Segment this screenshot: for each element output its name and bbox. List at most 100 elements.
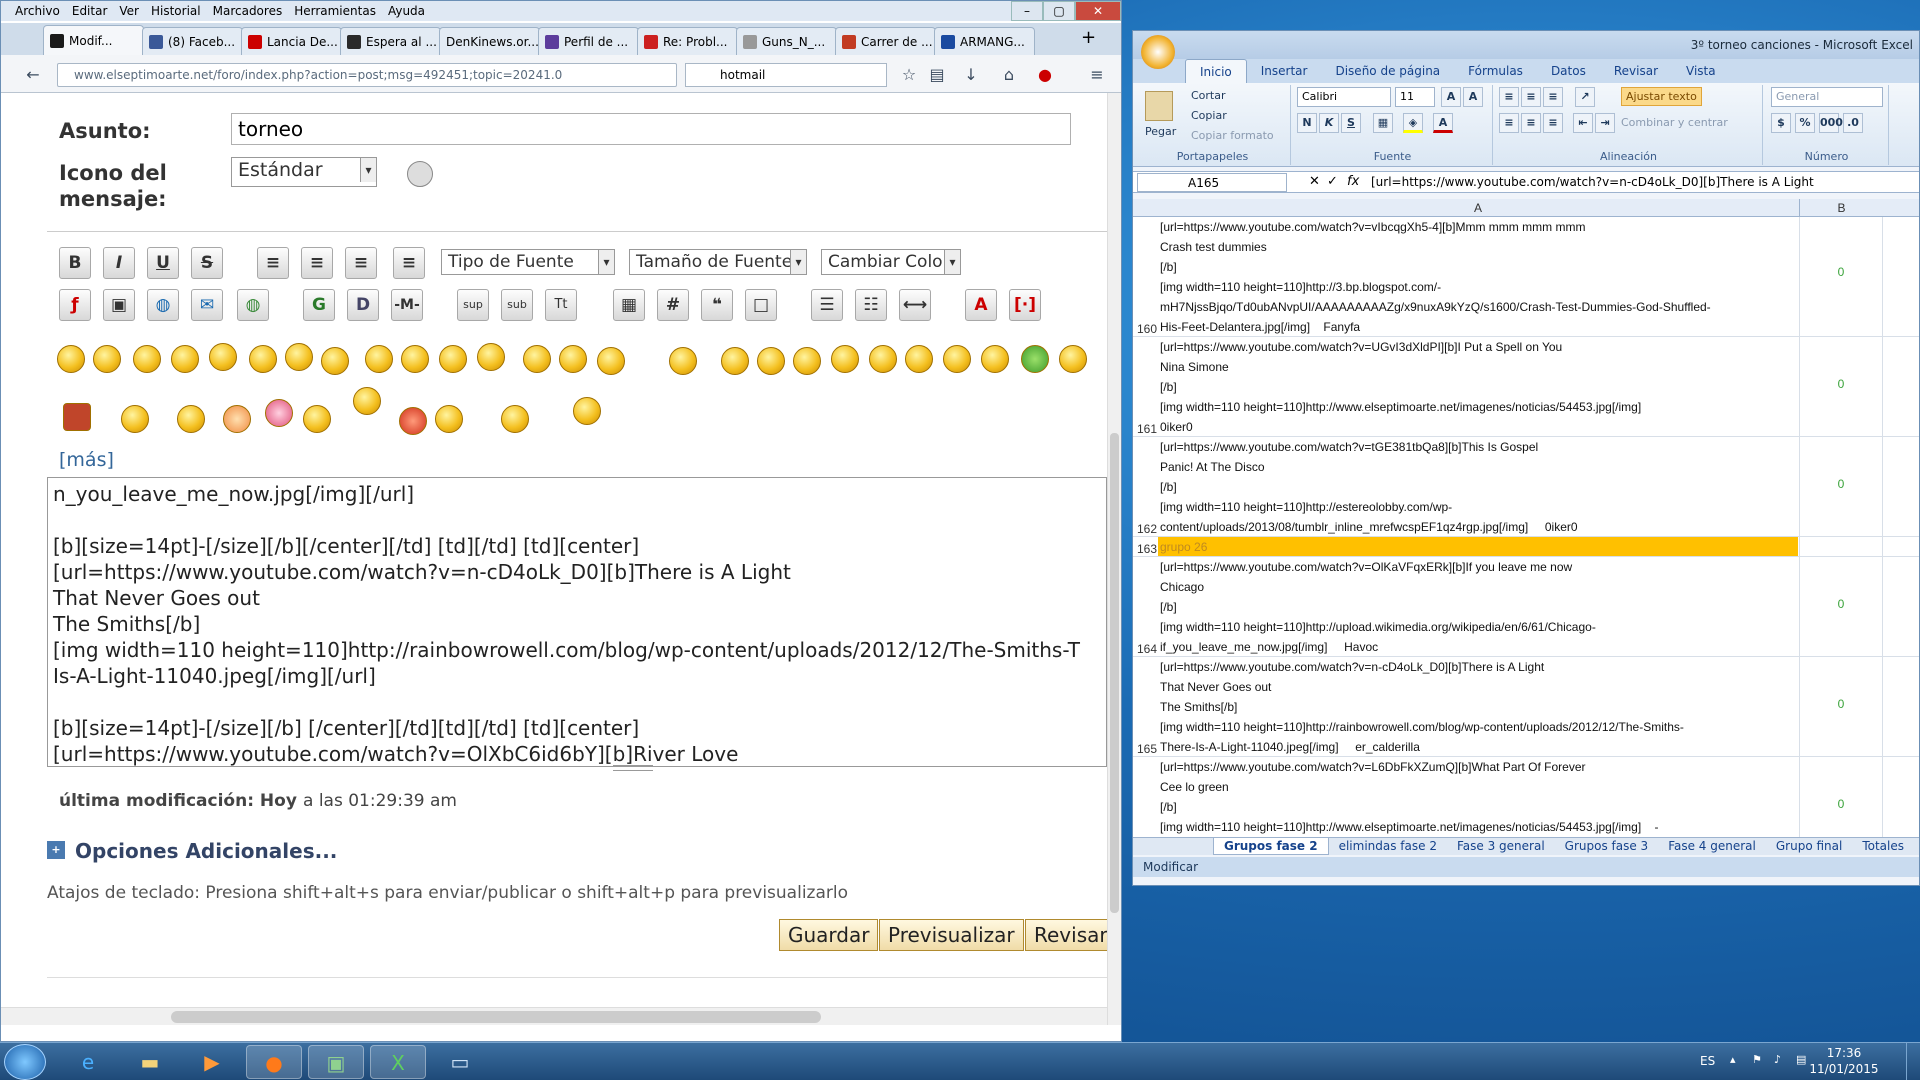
sheet-tab[interactable]: Fase 4 general [1658, 838, 1766, 855]
smiley-icon[interactable] [265, 399, 293, 427]
smiley-icon[interactable] [303, 405, 331, 433]
sheet-tab[interactable]: Grupos fase 2 [1213, 838, 1329, 855]
flash-icon[interactable]: ƒ [59, 289, 91, 321]
align-justify-icon[interactable]: ≡ [301, 247, 333, 279]
app-icon[interactable]: ▭ [432, 1045, 488, 1079]
toggle-view-icon[interactable]: [·] [1009, 289, 1041, 321]
thousands-icon[interactable]: 000 [1819, 113, 1843, 133]
smiley-icon[interactable] [249, 345, 277, 373]
file-explorer-icon[interactable]: ▬ [122, 1045, 178, 1079]
additional-options-link[interactable]: Opciones Adicionales... [75, 839, 337, 863]
table-row[interactable]: 160 [url=https://www.youtube.com/watch?v=… [1133, 217, 1919, 337]
start-button-icon[interactable] [4, 1044, 46, 1080]
increase-indent-icon[interactable]: ⇥ [1595, 113, 1615, 133]
smiley-icon[interactable] [1021, 345, 1049, 373]
column-header-a[interactable]: A [1158, 199, 1798, 217]
bullet-list-icon[interactable]: ☰ [811, 289, 843, 321]
font-color-select[interactable]: Cambiar Color [821, 249, 961, 275]
name-box[interactable]: A165 [1137, 173, 1287, 192]
message-editor[interactable]: n_you_leave_me_now.jpg[/img][/url] [b][s… [47, 477, 1107, 767]
message-icon-select[interactable]: Estándar [231, 157, 377, 187]
maximize-button[interactable]: ▢ [1043, 1, 1075, 21]
smiley-icon[interactable] [177, 405, 205, 433]
tab-3[interactable]: Lancia De... [241, 27, 342, 55]
cell-a-selected[interactable]: [url=https://www.youtube.com/watch?v=n-c… [1158, 657, 1798, 757]
url-bar[interactable]: www.elseptimoarte.net/foro/index.php?act… [57, 63, 677, 87]
wrap-text-button[interactable]: Ajustar texto [1621, 87, 1702, 106]
smiley-icon[interactable] [133, 345, 161, 373]
percent-icon[interactable]: % [1795, 113, 1815, 133]
firefox-icon[interactable]: ● [246, 1045, 302, 1079]
align-right-icon[interactable]: ≡ [1543, 113, 1563, 133]
cell-a[interactable]: [url=https://www.youtube.com/watch?v=vIb… [1158, 217, 1798, 337]
underline-icon[interactable]: S [1341, 113, 1361, 133]
smiley-icon[interactable] [63, 403, 91, 431]
menu-archivo[interactable]: Archivo [15, 4, 60, 18]
smiley-icon[interactable] [869, 345, 897, 373]
paste-icon[interactable] [1145, 91, 1173, 121]
smiley-icon[interactable] [669, 347, 697, 375]
vertical-scrollbar[interactable] [1107, 93, 1121, 1025]
editor-resize-handle[interactable] [613, 765, 653, 771]
formula-input[interactable]: [url=https://www.youtube.com/watch?v=n-c… [1371, 173, 1814, 192]
tab-5[interactable]: DenKinews.or... [439, 27, 540, 55]
tab-8[interactable]: Guns_N_... [736, 27, 837, 55]
table-row[interactable]: 164 [url=https://www.youtube.com/watch?v=… [1133, 557, 1919, 657]
smiley-icon[interactable] [209, 343, 237, 371]
tab-7[interactable]: Re: Probl... [637, 27, 738, 55]
shrink-font-icon[interactable]: A [1463, 87, 1483, 107]
tab-6[interactable]: Perfil de ... [538, 27, 639, 55]
menu-historial[interactable]: Historial [151, 4, 201, 18]
font-size-select[interactable]: Tamaño de Fuente [629, 249, 807, 275]
font-size-select[interactable]: 11 [1395, 87, 1435, 107]
numbered-list-icon[interactable]: ☷ [855, 289, 887, 321]
menu-ver[interactable]: Ver [119, 4, 139, 18]
smiley-icon[interactable] [597, 347, 625, 375]
cell-a-highlighted[interactable]: grupo 26 [1158, 537, 1798, 556]
sheet-tab[interactable]: elimindas fase 2 [1329, 838, 1447, 855]
smiley-icon[interactable] [57, 345, 85, 373]
sheet-tab[interactable]: Grupo final [1766, 838, 1852, 855]
bold-icon[interactable]: N [1297, 113, 1317, 133]
menu-herramientas[interactable]: Herramientas [294, 4, 376, 18]
review-button[interactable]: Revisar [1025, 919, 1109, 951]
shadow-icon[interactable]: D [347, 289, 379, 321]
italic-icon[interactable]: K [1319, 113, 1339, 133]
language-indicator[interactable]: ES [1700, 1054, 1715, 1068]
terminal-icon[interactable]: ▣ [308, 1045, 364, 1079]
more-smileys-link[interactable]: [más] [59, 449, 114, 471]
cell-b[interactable]: 0 [1799, 217, 1883, 336]
align-bottom-icon[interactable]: ≡ [1543, 87, 1563, 107]
smiley-icon[interactable] [943, 345, 971, 373]
sheet-tab[interactable]: Fase 3 general [1447, 838, 1555, 855]
borders-icon[interactable]: ▦ [1373, 113, 1393, 133]
scroll-thumb[interactable] [1110, 433, 1119, 913]
cell-b[interactable]: 0 [1799, 337, 1883, 436]
smiley-icon[interactable] [757, 347, 785, 375]
ribbon-tab-formulas[interactable]: Fórmulas [1454, 59, 1537, 83]
ftp-icon[interactable]: ◍ [237, 289, 269, 321]
tab-9[interactable]: Carrer de ... [835, 27, 936, 55]
smiley-icon[interactable] [721, 347, 749, 375]
strikethrough-button[interactable]: S [191, 247, 223, 279]
new-tab-icon[interactable]: + [1081, 27, 1096, 48]
link-globe-icon[interactable]: ◍ [147, 289, 179, 321]
smiley-icon[interactable] [401, 345, 429, 373]
smiley-icon[interactable] [435, 405, 463, 433]
volume-icon[interactable]: ♪ [1774, 1053, 1781, 1066]
fill-color-icon[interactable]: ◈ [1403, 113, 1423, 133]
smiley-icon[interactable] [365, 345, 393, 373]
flag-icon[interactable]: ⚑ [1752, 1053, 1762, 1066]
superscript-button[interactable]: sup [457, 289, 489, 321]
smiley-icon[interactable] [321, 347, 349, 375]
smiley-icon[interactable] [285, 343, 313, 371]
remove-format-icon[interactable]: A [965, 289, 997, 321]
table-row[interactable]: 161 [url=https://www.youtube.com/watch?v=… [1133, 337, 1919, 437]
minimize-button[interactable]: – [1011, 1, 1043, 21]
tab-2[interactable]: (8) Faceb... [142, 27, 243, 55]
ribbon-tab-inicio[interactable]: Inicio [1185, 59, 1247, 83]
decrease-indent-icon[interactable]: ⇤ [1573, 113, 1593, 133]
merge-center-button[interactable]: Combinar y centrar [1621, 116, 1728, 129]
insert-function-icon[interactable]: fx [1347, 174, 1359, 189]
copy-button[interactable]: Copiar [1191, 109, 1227, 122]
